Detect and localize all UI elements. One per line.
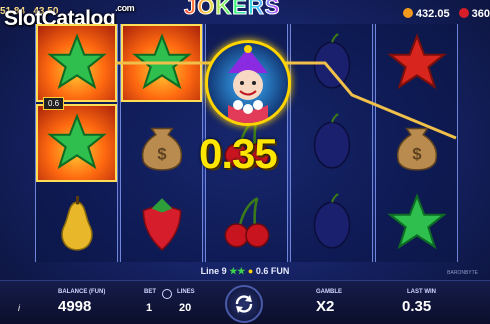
top-bar: 51.84 43.50 SlotCatalog.com JOKERS 432.0… <box>0 0 490 30</box>
lines-value[interactable]: 20 <box>179 302 191 314</box>
coin-icon: ● <box>247 266 254 276</box>
money-bag-symbol: $ <box>376 104 457 182</box>
line-number: Line 9 <box>200 266 227 276</box>
green-star-symbol <box>121 24 202 102</box>
win-amount-display: 0.35 <box>199 130 278 177</box>
green-star-symbol <box>376 184 457 262</box>
money-bag-symbol: $ <box>121 104 202 182</box>
reel-1 <box>35 24 118 262</box>
balance-label: BALANCE (FUN) <box>58 289 106 295</box>
plum-symbol <box>291 24 372 102</box>
credits-value: 432.05 <box>415 8 450 20</box>
game-title-logo: JOKERS <box>183 0 280 20</box>
line-win-label: 0.6 <box>43 97 65 110</box>
balance-value: 4998 <box>58 298 92 315</box>
gem-icon <box>458 8 469 18</box>
plum-symbol <box>291 184 372 262</box>
reel-2: $ <box>120 24 203 262</box>
bet-settings-icon[interactable] <box>162 289 172 299</box>
reel-5: $ <box>375 24 458 262</box>
bet-label: BET <box>144 289 156 295</box>
watermark-suffix: .com <box>115 3 135 13</box>
pear-symbol <box>36 184 117 262</box>
spin-arrows-icon <box>235 295 253 313</box>
cherry-symbol <box>206 184 287 262</box>
reel-4 <box>290 24 373 262</box>
last-win-label: LAST WIN <box>407 289 436 295</box>
svg-text:$: $ <box>157 145 166 164</box>
spin-button[interactable] <box>225 285 263 323</box>
green-star-symbol <box>36 24 117 102</box>
line-win-amount: 0.6 FUN <box>255 266 290 276</box>
gamble-label: GAMBLE <box>316 289 342 295</box>
green-star-symbol <box>36 104 117 182</box>
svg-text:$: $ <box>412 145 421 164</box>
joker-symbol-highlight <box>205 40 291 126</box>
control-bar: i BALANCE (FUN) 4998 BET 1 LINES 20 GAMB… <box>0 280 490 324</box>
top-right-balances: 432.05 360 <box>402 8 490 20</box>
star-icons: ★★ <box>229 266 246 276</box>
red-star-symbol <box>376 24 457 102</box>
plum-symbol <box>291 104 372 182</box>
info-icon[interactable]: i <box>18 303 20 313</box>
provider-logo: BARONBYTE <box>447 270 478 276</box>
coin-icon <box>402 8 413 18</box>
lines-label: LINES <box>177 289 195 295</box>
gems-value: 360 <box>471 8 490 20</box>
strawberry-symbol <box>121 184 202 262</box>
gamble-button[interactable]: X2 <box>316 298 334 315</box>
bet-value[interactable]: 1 <box>146 302 152 314</box>
joker-icon <box>228 45 268 123</box>
line-info: Line 9 ★★ ● 0.6 FUN <box>0 266 490 277</box>
last-win-value: 0.35 <box>402 298 432 315</box>
